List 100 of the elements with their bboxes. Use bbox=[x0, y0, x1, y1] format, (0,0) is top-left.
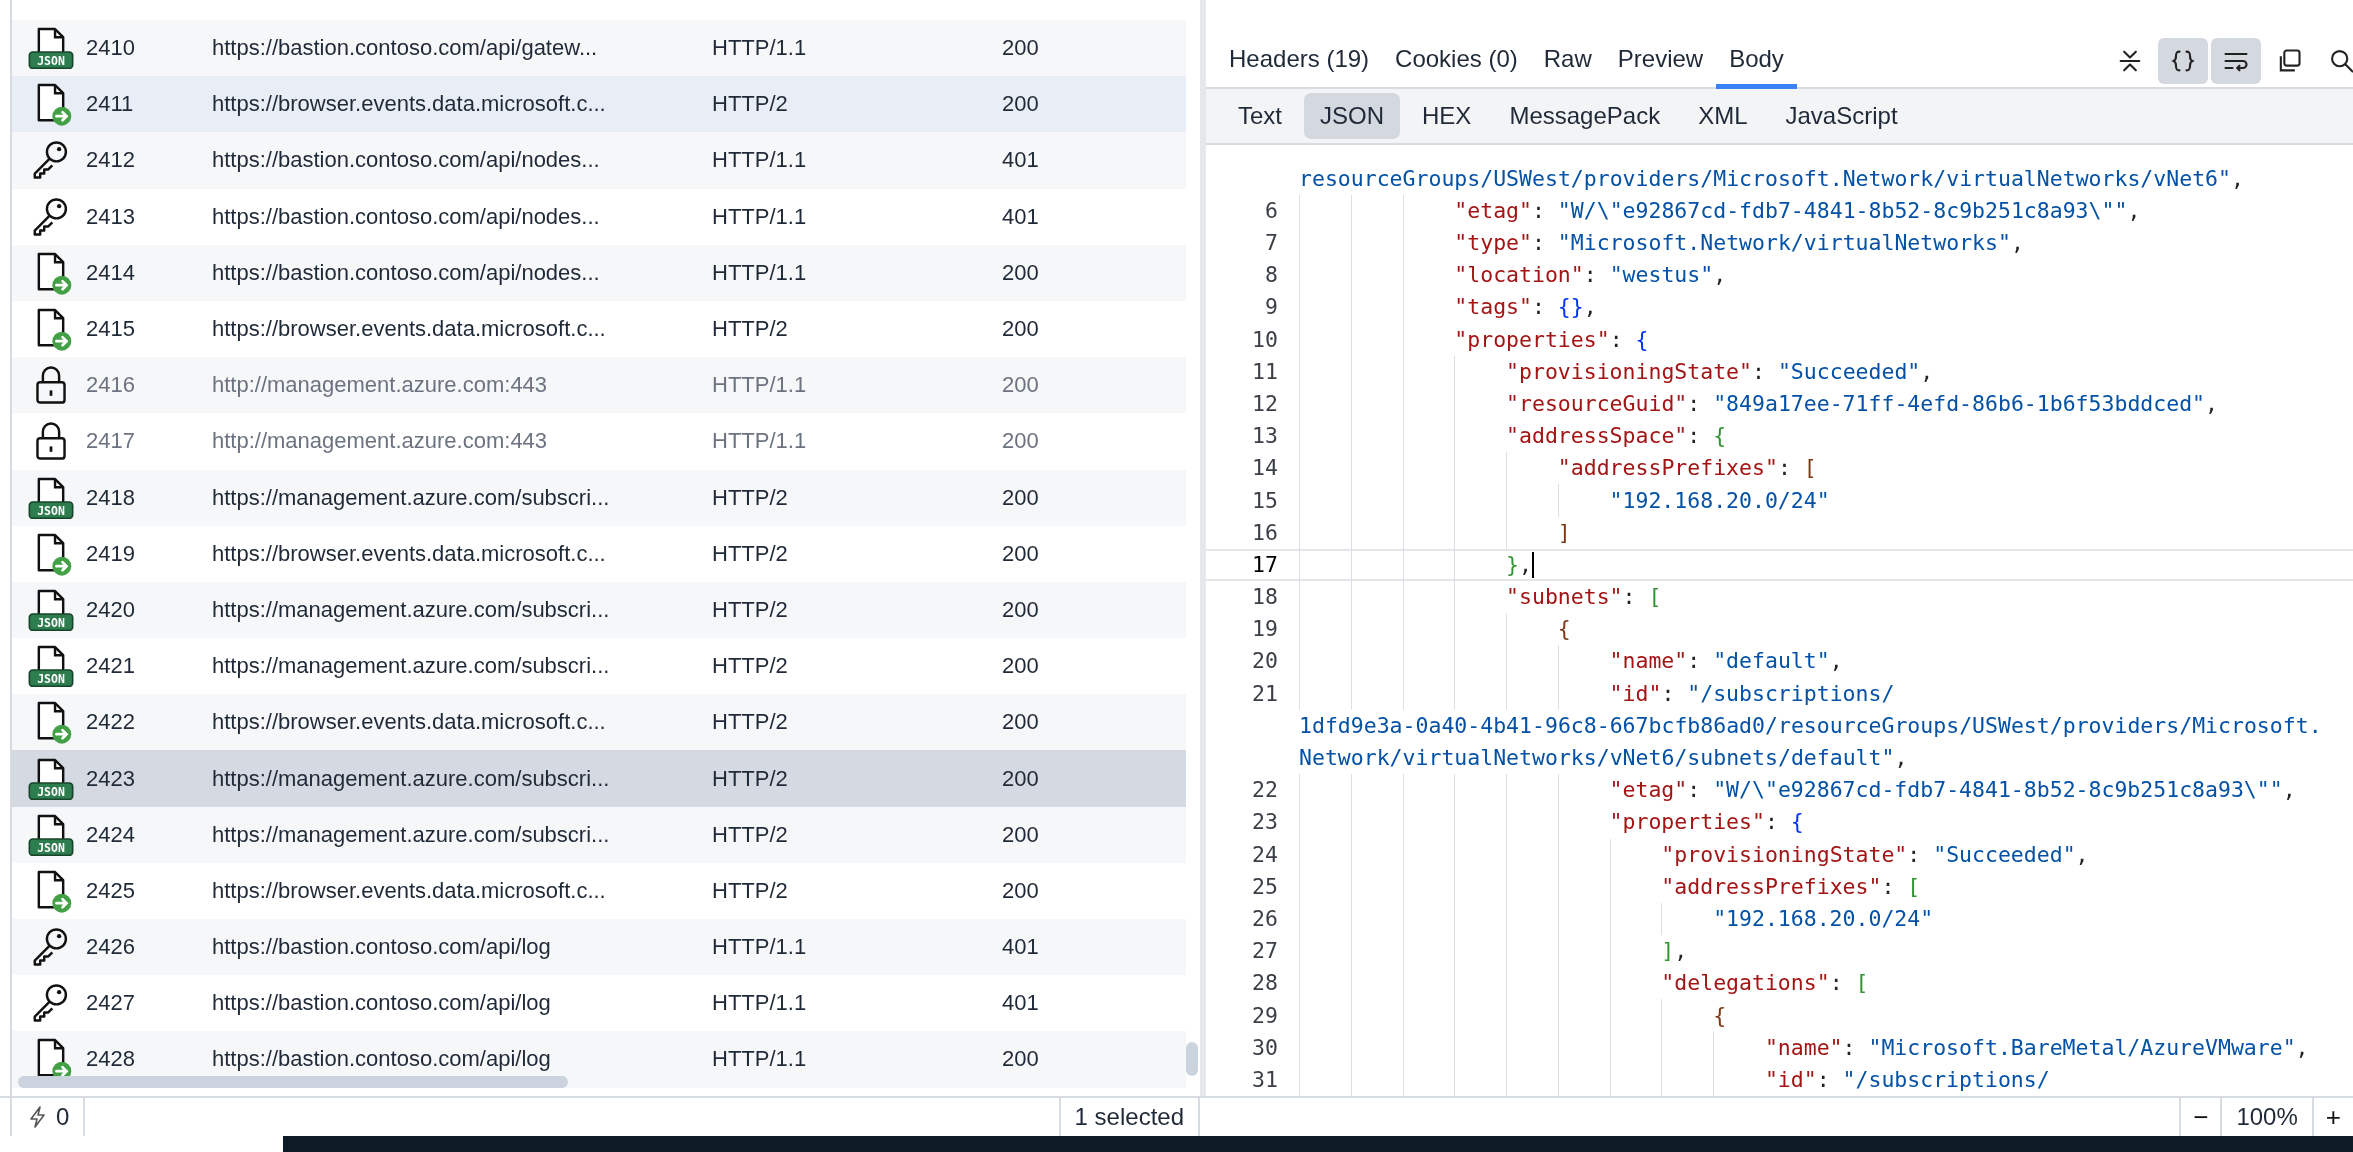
line-number: 16 bbox=[1252, 519, 1278, 545]
status-code: 401 bbox=[1002, 203, 1040, 230]
request-row[interactable]: 2428 https://bastion.contoso.com/api/log HTTP/1.1 200 bbox=[12, 1031, 1186, 1088]
code-line: "addressSpace": { bbox=[1506, 422, 1727, 451]
request-id: 2426 bbox=[86, 934, 136, 961]
code-line: "properties": { bbox=[1454, 325, 1649, 354]
text-cursor bbox=[1531, 551, 1534, 578]
request-id: 2418 bbox=[86, 484, 136, 511]
request-row[interactable]: 2416 http://management.azure.com:443 HTTP/1.1 200 bbox=[12, 357, 1186, 414]
request-id: 2419 bbox=[86, 540, 136, 567]
response-tab[interactable]: Headers (19) bbox=[1216, 34, 1383, 90]
code-line: "type": "Microsoft.Network/virtualNetworks", bbox=[1454, 229, 2024, 258]
line-number: 8 bbox=[1265, 262, 1278, 288]
request-url: https://browser.events.data.microsoft.c... bbox=[212, 540, 607, 567]
request-url: https://browser.events.data.microsoft.c... bbox=[212, 91, 607, 118]
braces-icon[interactable] bbox=[2158, 37, 2208, 84]
request-id: 2417 bbox=[86, 428, 136, 455]
request-url: https://management.azure.com/subscri... bbox=[212, 653, 611, 680]
request-url: https://bastion.contoso.com/api/gatew... bbox=[212, 35, 599, 62]
code-line: "etag": "W/\"e92867cd-fdb7-4841-8b52-8c9b251c8a93\"", bbox=[1454, 196, 2141, 225]
response-tab[interactable]: Cookies (0) bbox=[1382, 34, 1531, 90]
request-url: https://bastion.contoso.com/api/nodes... bbox=[212, 147, 601, 174]
format-tab[interactable]: MessagePack bbox=[1493, 92, 1677, 139]
response-tab[interactable]: Preview bbox=[1604, 34, 1717, 90]
protocol: HTTP/2 bbox=[712, 709, 789, 736]
line-number: 10 bbox=[1252, 326, 1278, 352]
format-tab[interactable]: JavaScript bbox=[1769, 92, 1914, 139]
line-number: 20 bbox=[1252, 648, 1278, 674]
wrap-lines-icon[interactable] bbox=[2211, 37, 2261, 84]
line-number: 23 bbox=[1252, 809, 1278, 835]
request-row[interactable]: JSON 2418 https://management.azure.com/subscri... HTTP/2 200 bbox=[12, 469, 1186, 526]
request-id: 2422 bbox=[86, 709, 136, 736]
request-url: https://management.azure.com/subscri... bbox=[212, 765, 611, 792]
code-line: "properties": { bbox=[1609, 808, 1804, 837]
status-code: 200 bbox=[1002, 35, 1040, 62]
request-url: https://bastion.contoso.com/api/nodes... bbox=[212, 259, 601, 286]
status-code: 200 bbox=[1002, 877, 1040, 904]
code-line: "subnets": [ bbox=[1506, 583, 1662, 612]
request-url: http://management.azure.com:443 bbox=[212, 372, 549, 399]
code-line: ] bbox=[1557, 518, 1571, 547]
request-url: https://browser.events.data.microsoft.c... bbox=[212, 316, 607, 343]
status-code: 401 bbox=[1002, 934, 1040, 961]
protocol: HTTP/2 bbox=[712, 877, 789, 904]
protocol: HTTP/1.1 bbox=[712, 934, 808, 961]
line-number: 25 bbox=[1252, 873, 1278, 899]
line-number: 6 bbox=[1265, 197, 1278, 223]
request-row[interactable]: JSON 2424 https://management.azure.com/subscri... HTTP/2 200 bbox=[12, 806, 1186, 863]
protocol: HTTP/2 bbox=[712, 484, 789, 511]
request-id: 2410 bbox=[86, 35, 136, 62]
code-line: "192.168.20.0/24" bbox=[1609, 486, 1830, 515]
request-url: https://bastion.contoso.com/api/log bbox=[212, 934, 552, 961]
code-line: "location": "westus", bbox=[1454, 261, 1727, 290]
line-number: 24 bbox=[1252, 841, 1278, 867]
response-tab[interactable]: Raw bbox=[1530, 34, 1605, 90]
request-row[interactable]: 2411 https://browser.events.data.microsoft.c... HTTP/2 200 bbox=[12, 76, 1186, 133]
format-tab[interactable]: Text bbox=[1222, 92, 1298, 139]
status-code: 200 bbox=[1002, 765, 1040, 792]
request-url: https://browser.events.data.microsoft.c... bbox=[212, 877, 607, 904]
status-code: 200 bbox=[1002, 1046, 1040, 1073]
request-row[interactable]: 2422 https://browser.events.data.microsoft.c... HTTP/2 200 bbox=[12, 694, 1186, 751]
status-code: 200 bbox=[1002, 653, 1040, 680]
status-code: 200 bbox=[1002, 316, 1040, 343]
protocol: HTTP/1.1 bbox=[712, 372, 808, 399]
status-code: 200 bbox=[1002, 596, 1040, 623]
request-row[interactable]: JSON 2423 https://management.azure.com/subscri... HTTP/2 200 bbox=[12, 750, 1186, 807]
line-number: 11 bbox=[1252, 358, 1278, 384]
code-line: "addressPrefixes": [ bbox=[1557, 454, 1817, 483]
line-number: 13 bbox=[1252, 423, 1278, 449]
protocol: HTTP/1.1 bbox=[712, 259, 808, 286]
status-code: 200 bbox=[1002, 428, 1040, 455]
protocol: HTTP/2 bbox=[712, 821, 789, 848]
format-tab[interactable]: HEX bbox=[1406, 92, 1488, 139]
code-line: }, bbox=[1506, 550, 1532, 579]
line-number: 14 bbox=[1252, 455, 1278, 481]
line-number: 18 bbox=[1252, 584, 1278, 610]
line-number: 22 bbox=[1252, 777, 1278, 803]
request-url: https://bastion.contoso.com/api/nodes... bbox=[212, 203, 601, 230]
vertical-scrollbar[interactable] bbox=[1186, 1042, 1198, 1076]
request-row[interactable]: JSON 2410 https://bastion.contoso.com/api/gatew... HTTP/1.1 200 bbox=[12, 20, 1186, 77]
code-line: resourceGroups/USWest/providers/Microsoft.Network/virtualNetworks/vNet6", bbox=[1299, 164, 2244, 193]
format-tab[interactable]: XML bbox=[1682, 92, 1764, 139]
status-code: 200 bbox=[1002, 259, 1040, 286]
line-number: 30 bbox=[1252, 1034, 1278, 1060]
code-line: { bbox=[1713, 1001, 1727, 1030]
request-id: 2411 bbox=[86, 91, 135, 118]
request-row[interactable]: JSON 2420 https://management.azure.com/subscri... HTTP/2 200 bbox=[12, 581, 1186, 639]
request-row[interactable]: 2412 https://bastion.contoso.com/api/nodes... HTTP/1.1 401 bbox=[12, 132, 1186, 189]
horizontal-scrollbar[interactable] bbox=[18, 1076, 568, 1088]
protocol: HTTP/2 bbox=[712, 540, 789, 567]
request-url: https://browser.events.data.microsoft.c... bbox=[212, 709, 607, 736]
request-row[interactable]: 2426 https://bastion.contoso.com/api/log HTTP/1.1 401 bbox=[12, 919, 1186, 976]
request-row[interactable]: 2414 https://bastion.contoso.com/api/nodes... HTTP/1.1 200 bbox=[12, 244, 1186, 301]
request-url: https://management.azure.com/subscri... bbox=[212, 484, 611, 511]
line-number: 31 bbox=[1252, 1066, 1278, 1092]
protocol: HTTP/1.1 bbox=[712, 35, 808, 62]
status-code: 401 bbox=[1002, 990, 1040, 1017]
format-tab[interactable]: JSON bbox=[1304, 92, 1401, 139]
request-id: 2425 bbox=[86, 877, 136, 904]
status-code: 401 bbox=[1002, 147, 1040, 174]
status-code: 200 bbox=[1002, 372, 1040, 399]
